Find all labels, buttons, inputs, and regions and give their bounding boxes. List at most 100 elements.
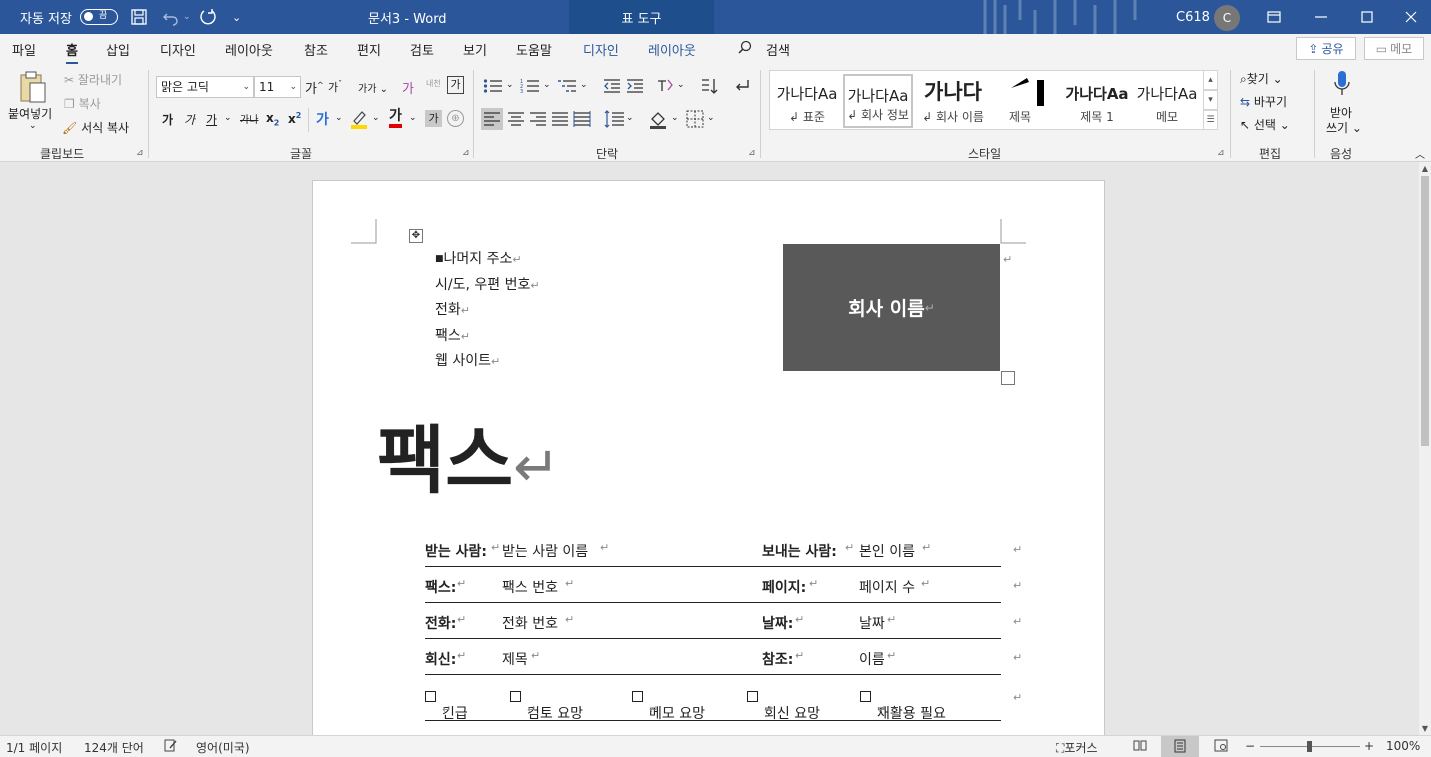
asian-layout-icon[interactable] [656,77,674,98]
shrink-font-icon[interactable]: 가ˇ [328,79,342,95]
save-icon[interactable] [130,0,148,34]
replace-button[interactable]: ⇆ 바꾸기 [1240,93,1287,110]
focus-button[interactable]: ⛶포커스 [1056,739,1098,756]
character-shading-icon[interactable]: 가 [425,110,442,127]
tab-home[interactable]: 홈 [66,40,78,65]
redo-icon[interactable] [198,0,216,34]
character-border-icon[interactable]: 가 [447,76,464,94]
borders-dropdown-icon[interactable]: ⌄ [707,113,715,123]
text-effects-icon[interactable]: 가 [316,109,329,129]
tab-table-layout[interactable]: 레이아웃 [648,40,696,59]
align-center-icon[interactable] [505,108,527,133]
tab-help[interactable]: 도움말 [516,40,552,59]
font-size-combo[interactable]: 11 ⌄ [254,76,301,98]
scroll-down-icon[interactable]: ▼ [1419,724,1431,733]
avatar[interactable]: C [1214,5,1240,31]
tab-view[interactable]: 보기 [463,40,487,59]
zoom-slider-thumb[interactable] [1307,741,1312,752]
justify-icon[interactable] [549,108,571,133]
word-count[interactable]: 124개 단어 [84,739,144,756]
memo-button[interactable]: ▭ 메모 [1364,37,1424,60]
vertical-scrollbar[interactable]: ▲ ▼ [1419,162,1431,735]
zoom-in-button[interactable]: + [1364,739,1374,753]
clear-formatting-icon[interactable]: 가 [402,78,414,97]
table-row[interactable]: 회신: ↵ 제목 ↵ 참조: ↵ 이름 ↵ ↵ [425,639,1022,675]
phonetic-guide-icon[interactable]: 내천 [426,78,441,89]
web-layout-icon[interactable] [1214,739,1228,755]
underline-dropdown-icon[interactable]: ⌄ [224,113,232,123]
multilevel-list-icon[interactable] [557,78,577,97]
paste-button[interactable]: 붙여넣기 [8,105,52,122]
style-company-name[interactable]: 가나다 ↲ 회사 이름 [914,74,992,128]
autosave-toggle[interactable]: 끔 [80,9,118,25]
tab-design[interactable]: 디자인 [160,40,196,59]
gallery-scroll-up-icon[interactable]: ▴ [1203,70,1218,90]
checkbox-urgent[interactable]: 긴급 ↵ [425,689,468,722]
style-company-info[interactable]: 가나다Aa ↲ 회사 정보 [843,74,913,128]
tab-file[interactable]: 파일 [12,40,36,59]
microphone-icon[interactable] [1332,70,1352,101]
change-case-button[interactable]: 가가 ⌄ [358,80,388,95]
proofing-icon[interactable] [164,739,178,755]
italic-button[interactable]: 가 [184,111,195,128]
numbering-icon[interactable]: 123 [520,78,540,97]
zoom-level[interactable]: 100% [1386,739,1420,753]
tab-review[interactable]: 검토 [410,40,434,59]
dictate-label-2[interactable]: 쓰기 ⌄ [1326,119,1362,136]
bullets-icon[interactable] [483,78,503,97]
subscript-button[interactable]: x2 [266,111,279,127]
sort-icon[interactable] [700,77,718,98]
increase-indent-icon[interactable] [626,78,644,97]
style-heading-1[interactable]: 가나다Aa 제목 1 [1060,74,1134,128]
scroll-up-icon[interactable]: ▲ [1419,164,1431,173]
font-launcher-icon[interactable]: ⊿ [462,148,470,158]
search-box[interactable]: 검색 [766,40,790,59]
page-count[interactable]: 1/1 페이지 [6,739,62,756]
superscript-button[interactable]: x2 [288,111,301,126]
collapse-ribbon-icon[interactable]: ︿ [1415,146,1425,161]
tab-insert[interactable]: 삽입 [106,40,130,59]
checkbox-reply[interactable]: 회신 요망 ↵ [747,689,820,722]
highlight-icon[interactable] [350,109,368,132]
line-spacing-dropdown-icon[interactable]: ⌄ [626,113,634,123]
tab-references[interactable]: 참조 [304,40,328,59]
tab-table-design[interactable]: 디자인 [583,40,619,59]
gallery-more-icon[interactable]: ☰ [1203,110,1218,130]
undo-dropdown-icon[interactable]: ⌄ [183,0,191,34]
enclose-characters-icon[interactable]: ⊕ [447,110,464,127]
search-icon[interactable] [738,40,752,58]
shading-icon[interactable] [648,108,670,133]
table-move-handle-icon[interactable]: ✥ [409,229,423,243]
numbering-dropdown-icon[interactable]: ⌄ [543,80,551,90]
cut-button[interactable]: ✂ 잘라내기 [64,71,122,88]
decrease-indent-icon[interactable] [603,78,621,97]
language[interactable]: 영어(미국) [196,739,250,756]
zoom-out-button[interactable]: − [1245,739,1255,753]
highlight-dropdown-icon[interactable]: ⌄ [372,113,380,123]
close-icon[interactable] [1388,0,1431,34]
grow-font-icon[interactable]: 가^ [305,78,324,97]
checkbox-recycle[interactable]: 재활용 필요 ↵ [860,689,946,722]
gallery-scroll-down-icon[interactable]: ▾ [1203,90,1218,110]
customize-qat-icon[interactable]: ⌄ [232,0,241,34]
clipboard-launcher-icon[interactable]: ⊿ [136,148,144,158]
shading-dropdown-icon[interactable]: ⌄ [671,113,679,123]
effects-dropdown-icon[interactable]: ⌄ [335,113,343,123]
undo-icon[interactable] [162,0,180,34]
paste-icon[interactable] [18,70,48,107]
distributed-icon[interactable] [571,108,593,133]
print-layout-icon[interactable] [1161,736,1199,757]
table-row[interactable]: 팩스: ↵ 팩스 번호 ↵ 페이지: ↵ 페이지 수 ↵ ↵ [425,567,1022,603]
checkbox-review[interactable]: 검토 요망 ↵ [510,689,583,722]
multilevel-dropdown-icon[interactable]: ⌄ [580,80,588,90]
checkbox-comment[interactable]: 메모 요망 ↵ [632,689,705,722]
address-block[interactable]: ■나머지 주소↵ 시/도, 우편 번호↵ 전화↵ 팩스↵ 웹 사이트↵ [435,247,540,375]
share-button[interactable]: ⇪ 공유 [1296,37,1356,60]
borders-icon[interactable] [684,108,706,133]
paragraph-launcher-icon[interactable]: ⊿ [748,148,756,158]
strikethrough-button[interactable]: 가나 [240,111,258,126]
minimize-icon[interactable] [1298,0,1344,34]
format-painter-button[interactable]: 🖌 서식 복사 [62,119,129,136]
select-button[interactable]: ↖ 선택 ⌄ [1240,116,1290,133]
bullets-dropdown-icon[interactable]: ⌄ [506,80,514,90]
